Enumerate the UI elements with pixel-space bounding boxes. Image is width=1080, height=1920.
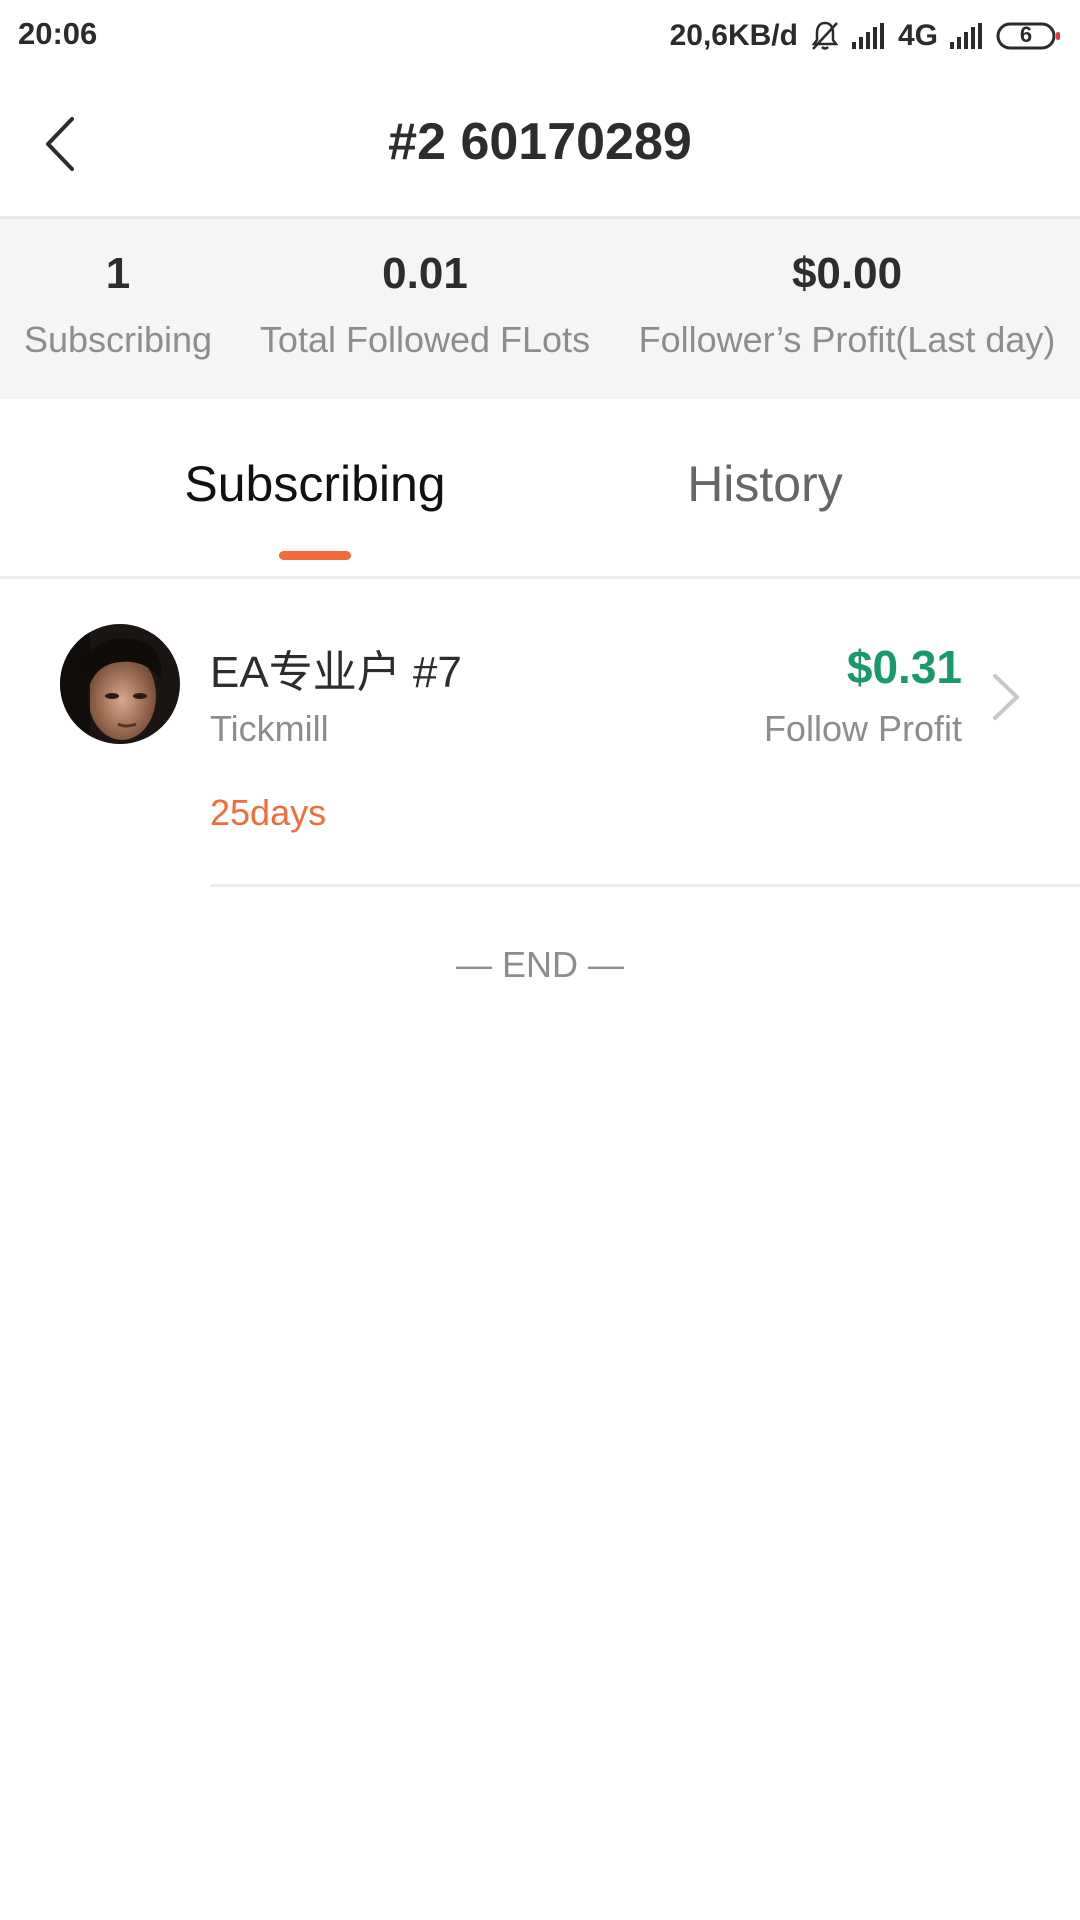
signal-icon — [950, 23, 984, 49]
battery-level: 6 — [1019, 22, 1033, 47]
tab-history[interactable]: History — [600, 455, 930, 513]
status-icons: 20,6KB/d 4G 6 — [670, 14, 1062, 58]
network-speed: 20,6KB/d — [669, 19, 798, 52]
stat-label: Total Followed FLots — [259, 319, 591, 360]
stat-followers-profit: $0.00 Follower’s Profit(Last day) — [632, 219, 1062, 399]
item-broker: Tickmill — [210, 708, 329, 749]
item-name: EA专业户 #7 — [210, 648, 462, 697]
signal-icon — [851, 23, 886, 49]
tab-bar: Subscribing History — [0, 399, 1080, 579]
item-duration: 25days — [210, 792, 327, 833]
stat-total-followed-flots: 0.01 Total Followed FLots — [250, 219, 600, 399]
item-profit-label: Follow Profit — [763, 708, 962, 749]
header-bar: #2 60170289 — [0, 72, 1080, 219]
stat-label: Subscribing — [23, 319, 213, 360]
end-of-list-marker: — END — — [455, 944, 624, 985]
bell-muted-icon — [810, 20, 840, 52]
avatar — [60, 624, 180, 744]
network-type: 4G — [897, 19, 938, 52]
item-profit-value: $0.31 — [846, 641, 962, 693]
stat-subscribing: 1 Subscribing — [18, 219, 218, 399]
stat-label: Follower’s Profit(Last day) — [638, 319, 1056, 360]
chevron-right-icon — [993, 674, 1019, 720]
stat-value: 1 — [105, 249, 131, 298]
tab-active-indicator — [279, 551, 351, 560]
stat-value: $0.00 — [791, 249, 903, 298]
status-bar: 20:06 20,6KB/d 4G 6 — [0, 0, 1080, 72]
stat-value: 0.01 — [382, 249, 468, 298]
stats-panel: 1 Subscribing 0.01 Total Followed FLots … — [0, 219, 1080, 399]
list-divider — [210, 884, 1080, 887]
battery-icon: 6 — [996, 21, 1062, 51]
page-title: #2 60170289 — [388, 113, 692, 171]
tab-subscribing[interactable]: Subscribing — [140, 455, 490, 513]
status-time: 20:06 — [18, 16, 98, 51]
